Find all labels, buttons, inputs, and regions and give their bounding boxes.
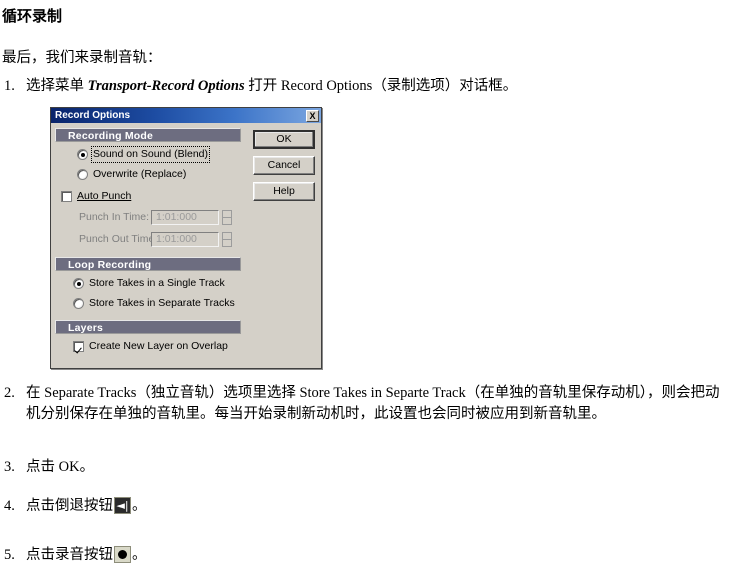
step-4: 4. 点击倒退按钮 ◄|。 <box>0 496 739 517</box>
checkbox-indicator-auto-punch[interactable] <box>61 191 72 202</box>
rewind-icon[interactable]: ◄| <box>114 497 131 514</box>
step-1: 1. 选择菜单 Transport-Record Options 打开 Reco… <box>0 76 739 97</box>
radio-label-overwrite: Overwrite (Replace) <box>93 168 187 180</box>
radio-indicator-store-takes-separate-tracks[interactable] <box>73 298 84 309</box>
intro-paragraph: 最后，我们来录制音轨： <box>2 50 162 66</box>
dialog-button-column: OK Cancel Help <box>253 130 315 208</box>
punch-in-time-row: Punch In Time: 1:01:000 <box>55 210 241 225</box>
step-2-number: 2. <box>4 385 15 401</box>
radio-store-takes-separate-tracks[interactable]: Store Takes in Separate Tracks <box>55 297 241 310</box>
section-header-loop-recording: Loop Recording <box>55 257 241 271</box>
step-4-text-before: 点击倒退按钮 <box>26 498 113 514</box>
step-3: 3. 点击 OK。 <box>0 457 739 478</box>
help-button[interactable]: Help <box>253 182 315 201</box>
step-5-text-before: 点击录音按钮 <box>26 547 113 563</box>
dialog-titlebar[interactable]: Record Options X <box>51 108 321 123</box>
record-options-dialog: Record Options X Recording Mode Sound on… <box>50 107 322 369</box>
ok-button[interactable]: OK <box>253 130 315 149</box>
punch-out-time-label: Punch Out Time: <box>79 233 158 245</box>
punch-out-time-spinner[interactable] <box>222 232 232 247</box>
step-1-emphasis: Transport-Record Options <box>87 78 245 94</box>
document-page: 循环录制 最后，我们来录制音轨： 1. 选择菜单 Transport-Recor… <box>0 0 739 563</box>
step-2-text: 在 Separate Tracks（独立音轨）选项里选择 Store Takes… <box>26 385 720 422</box>
checkbox-label-auto-punch: Auto Punch <box>77 190 132 202</box>
step-4-text-after: 。 <box>132 498 147 514</box>
page-title: 循环录制 <box>2 8 63 25</box>
dialog-title: Record Options <box>55 110 131 121</box>
radio-label-store-takes-single-track: Store Takes in a Single Track <box>89 277 225 289</box>
step-1-number: 1. <box>4 78 15 94</box>
radio-indicator-store-takes-single-track[interactable] <box>73 278 84 289</box>
radio-store-takes-single-track[interactable]: Store Takes in a Single Track <box>55 277 241 290</box>
step-2: 2. 在 Separate Tracks（独立音轨）选项里选择 Store Ta… <box>0 383 739 425</box>
step-5-text-after: 。 <box>132 547 147 563</box>
checkbox-label-create-new-layer: Create New Layer on Overlap <box>89 340 228 352</box>
step-3-number: 3. <box>4 459 15 475</box>
step-5: 5. 点击录音按钮 。 <box>0 545 739 566</box>
step-4-number: 4. <box>4 498 15 514</box>
punch-in-time-spinner[interactable] <box>222 210 232 225</box>
dialog-body: Recording Mode Sound on Sound (Blend) Ov… <box>51 123 321 368</box>
punch-in-time-input[interactable]: 1:01:000 <box>151 210 219 225</box>
checkbox-create-new-layer[interactable]: Create New Layer on Overlap <box>55 340 241 353</box>
section-header-layers: Layers <box>55 320 241 334</box>
dialog-left-column: Recording Mode Sound on Sound (Blend) Ov… <box>55 128 241 353</box>
step-3-text: 点击 OK。 <box>26 459 95 475</box>
step-5-text: 点击录音按钮 。 <box>26 545 739 566</box>
checkbox-auto-punch[interactable]: Auto Punch <box>55 190 241 203</box>
step-1-text-after: 打开 Record Options（录制选项）对话框。 <box>244 78 518 94</box>
step-1-text-before: 选择菜单 <box>26 78 88 94</box>
step-5-number: 5. <box>4 547 15 563</box>
radio-overwrite[interactable]: Overwrite (Replace) <box>55 168 241 181</box>
radio-sound-on-sound[interactable]: Sound on Sound (Blend) <box>55 146 241 163</box>
close-icon[interactable]: X <box>306 109 319 122</box>
cancel-button[interactable]: Cancel <box>253 156 315 175</box>
radio-label-sound-on-sound: Sound on Sound (Blend) <box>90 146 211 163</box>
radio-indicator-sound-on-sound[interactable] <box>77 149 88 160</box>
section-header-recording-mode: Recording Mode <box>55 128 241 142</box>
checkbox-indicator-create-new-layer[interactable] <box>73 341 84 352</box>
step-1-text: 选择菜单 Transport-Record Options 打开 Record … <box>26 76 739 97</box>
radio-label-store-takes-separate-tracks: Store Takes in Separate Tracks <box>89 297 235 309</box>
punch-out-time-row: Punch Out Time: 1:01:000 <box>55 232 241 247</box>
radio-indicator-overwrite[interactable] <box>77 169 88 180</box>
punch-in-time-label: Punch In Time: <box>79 211 150 223</box>
punch-out-time-input[interactable]: 1:01:000 <box>151 232 219 247</box>
record-icon[interactable] <box>114 546 131 563</box>
step-4-text: 点击倒退按钮 ◄|。 <box>26 496 739 517</box>
